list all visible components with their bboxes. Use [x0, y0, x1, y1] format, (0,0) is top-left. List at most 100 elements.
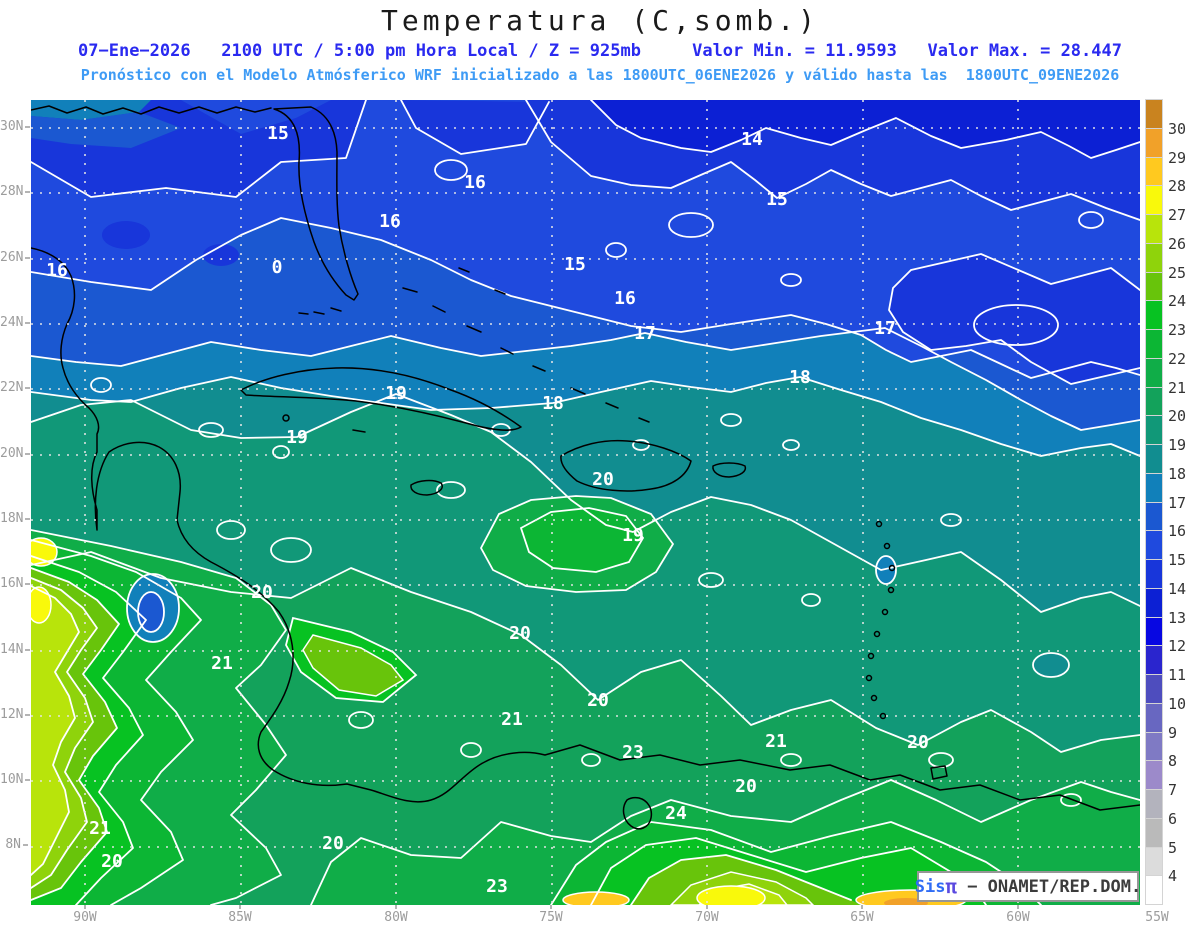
- colorbar-cell: [1145, 789, 1163, 819]
- colorbar-tick-label: 22: [1168, 349, 1187, 368]
- lat-tick-label: 30N: [0, 119, 31, 134]
- colorbar-cell: [1145, 127, 1163, 158]
- lat-tick-label: 28N: [0, 184, 31, 199]
- lat-tick-label: 20N: [0, 446, 31, 461]
- lon-tick-label: 90W: [63, 905, 107, 925]
- colorbar-tick-label: 12: [1168, 637, 1187, 656]
- colorbar-cell: [1145, 645, 1163, 675]
- contour-label: 19: [622, 525, 644, 546]
- colorbar-tick-label: 21: [1168, 378, 1187, 397]
- colorbar-cell: [1145, 501, 1163, 532]
- logo-onamet-text: − ONAMET/REP.DOM.: [956, 876, 1142, 897]
- colorbar-tick-label: 26: [1168, 234, 1187, 253]
- lat-tick-label: 24N: [0, 315, 31, 330]
- lat-tick-label: 16N: [0, 576, 31, 591]
- colorbar-cell: [1145, 415, 1163, 445]
- colorbar-labels: 30 29 28 27 26 25 24 23 22 21 20 19 18 17 16 15 14 13 12 11…: [1168, 100, 1198, 905]
- lat-axis: 30N 28N 26N 24N 22N 20N 18N 16N 14N 12N 10N 8N: [0, 0, 31, 927]
- colorbar-tick-label: 28: [1168, 177, 1187, 196]
- contour-label: 16: [464, 172, 486, 193]
- contour-label: 20: [322, 833, 344, 854]
- contour-label: 15: [766, 189, 788, 210]
- colorbar-cell: [1145, 357, 1163, 388]
- contour-label: 19: [385, 383, 407, 404]
- colorbar-cell: [1145, 674, 1163, 704]
- colorbar-tick-label: 7: [1168, 781, 1178, 799]
- colorbar-cell: [1145, 530, 1163, 560]
- colorbar-tick-label: 18: [1168, 464, 1187, 483]
- colorbar-tick-label: 25: [1168, 263, 1187, 282]
- colorbar-tick-label: 5: [1168, 838, 1178, 857]
- contour-label: 24: [665, 803, 687, 824]
- colorbar-cell: [1145, 444, 1163, 474]
- lat-tick-label: 8N: [0, 837, 28, 852]
- colorbar-cell: [1145, 214, 1163, 244]
- colorbar-tick-label: 15: [1168, 551, 1187, 569]
- subtitle-valid-time: 07−Ene−2026 2100 UTC / 5:00 pm Hora Loca…: [78, 41, 1122, 61]
- temperature-map: 15 14 16 16 15 0 16 15 16 17 17 18 18 19 19 20 19 20 20 21 2…: [24, 99, 1141, 911]
- contour-label: 17: [874, 318, 896, 339]
- contour-label: 20: [907, 732, 929, 753]
- colorbar-cell: [1145, 271, 1163, 302]
- lon-axis: 90W 85W 80W 75W 70W 65W 60W 55W: [0, 905, 1200, 927]
- contour-label: 0: [272, 257, 283, 278]
- colorbar-cell: [1145, 185, 1163, 215]
- contour-label: 16: [614, 288, 636, 309]
- contour-label: 19: [286, 427, 308, 448]
- colorbar-cell: [1145, 559, 1163, 589]
- lon-tick-label: 75W: [529, 905, 573, 925]
- colorbar-cell: [1145, 846, 1163, 877]
- contour-label: 18: [789, 367, 811, 388]
- logo-sis-text: Sis: [914, 876, 946, 897]
- page-title: Temperatura (C,somb.): [380, 4, 819, 37]
- colorbar-cell: [1145, 472, 1163, 503]
- subtitle-model-info: Pronóstico con el Modelo Atmósferico WRF…: [80, 66, 1120, 84]
- contour-label: 20: [101, 851, 123, 872]
- contour-label: 20: [509, 623, 531, 644]
- colorbar: [1145, 99, 1163, 905]
- colorbar-cell: [1145, 817, 1163, 848]
- contour-label: 21: [89, 818, 111, 839]
- colorbar-tick-label: 9: [1168, 723, 1178, 742]
- colorbar-tick-label: 6: [1168, 809, 1178, 828]
- colorbar-cell: [1145, 616, 1163, 647]
- contour-label: 15: [564, 254, 586, 275]
- contour-label: 16: [46, 260, 68, 281]
- colorbar-tick-label: 10: [1168, 694, 1187, 713]
- contour-label: 21: [501, 709, 523, 730]
- colorbar-tick-label: 11: [1168, 666, 1187, 684]
- colorbar-tick-label: 4: [1168, 867, 1178, 886]
- contour-label: 20: [735, 776, 757, 797]
- contour-label: 20: [251, 582, 273, 603]
- colorbar-cell: [1145, 99, 1163, 129]
- contour-label: 20: [587, 690, 609, 711]
- lon-tick-label: 60W: [996, 905, 1040, 925]
- colorbar-tick-label: 20: [1168, 407, 1187, 426]
- onamet-logo: Sis π − ONAMET/REP.DOM.: [914, 871, 1142, 902]
- contour-label: 21: [765, 731, 787, 752]
- colorbar-tick-label: 14: [1168, 579, 1187, 598]
- colorbar-cell: [1145, 587, 1163, 618]
- map-panel: 15 14 16 16 15 0 16 15 16 17 17 18 18 19 19 20 19 20 20 21 2…: [24, 99, 1141, 911]
- colorbar-cell: [1145, 300, 1163, 330]
- colorbar-cell: [1145, 386, 1163, 417]
- lat-tick-label: 14N: [0, 642, 31, 657]
- contour-label: 15: [267, 123, 289, 144]
- colorbar-tick-label: 17: [1168, 493, 1187, 512]
- contour-label: 21: [211, 653, 233, 674]
- colorbar-tick-label: 13: [1168, 608, 1187, 627]
- colorbar-cell: [1145, 731, 1163, 762]
- colorbar-tick-label: 8: [1168, 752, 1178, 771]
- lon-tick-label: 70W: [685, 905, 729, 925]
- colorbar-cell: [1145, 875, 1163, 905]
- colorbar-tick-label: 19: [1168, 436, 1187, 454]
- lat-tick-label: 22N: [0, 380, 31, 395]
- colorbar-tick-label: 30: [1168, 119, 1187, 138]
- contour-label: 23: [622, 742, 644, 763]
- lon-tick-label: 85W: [218, 905, 262, 925]
- pi-icon: π: [945, 875, 957, 898]
- colorbar-tick-label: 23: [1168, 321, 1187, 339]
- colorbar-tick-label: 27: [1168, 206, 1187, 224]
- contour-label: 14: [741, 129, 763, 150]
- colorbar-cell: [1145, 702, 1163, 733]
